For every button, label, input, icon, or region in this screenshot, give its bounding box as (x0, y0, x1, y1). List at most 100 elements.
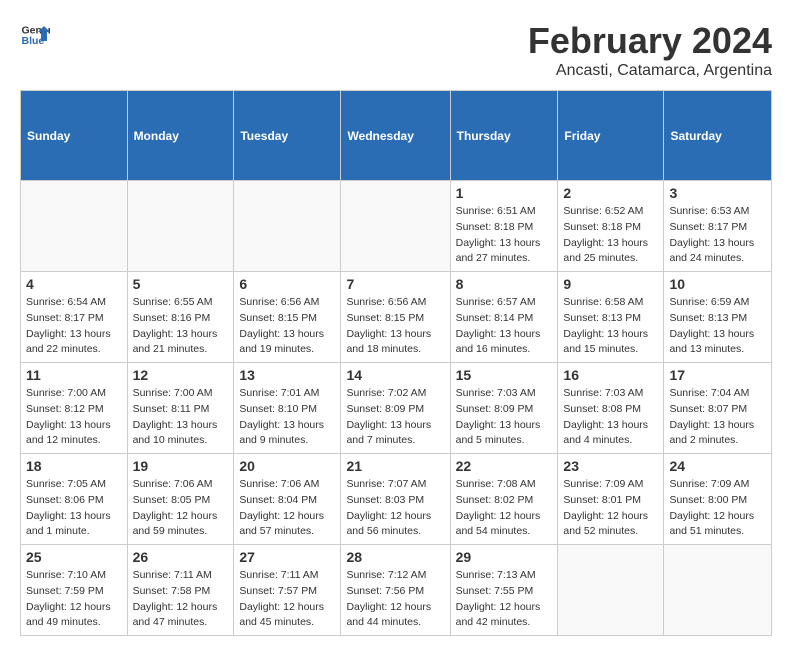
calendar-week-row: 1Sunrise: 6:51 AM Sunset: 8:18 PM Daylig… (21, 181, 772, 272)
day-header-friday: Friday (558, 91, 664, 181)
day-info: Sunrise: 7:00 AM Sunset: 8:11 PM Dayligh… (133, 386, 229, 449)
logo: General Blue (20, 20, 50, 50)
day-info: Sunrise: 7:11 AM Sunset: 7:58 PM Dayligh… (133, 568, 229, 631)
day-number: 25 (26, 549, 122, 565)
day-header-tuesday: Tuesday (234, 91, 341, 181)
day-info: Sunrise: 7:03 AM Sunset: 8:09 PM Dayligh… (456, 386, 553, 449)
day-number: 21 (346, 458, 444, 474)
day-number: 19 (133, 458, 229, 474)
day-number: 10 (669, 276, 766, 292)
calendar-cell: 20Sunrise: 7:06 AM Sunset: 8:04 PM Dayli… (234, 454, 341, 545)
day-number: 7 (346, 276, 444, 292)
day-number: 13 (239, 367, 335, 383)
calendar-cell: 13 Sunrise: 7:01 AM Sunset: 8:10 PM Dayli… (234, 363, 341, 454)
day-number: 22 (456, 458, 553, 474)
day-info: Sunrise: 6:56 AM Sunset: 8:15 PM Dayligh… (346, 295, 444, 358)
calendar-cell: 11 Sunrise: 7:00 AM Sunset: 8:12 PM Dayli… (21, 363, 128, 454)
day-header-saturday: Saturday (664, 91, 772, 181)
day-number: 27 (239, 549, 335, 565)
day-number: 20 (239, 458, 335, 474)
calendar-cell (127, 181, 234, 272)
day-info: Sunrise: 7:11 AM Sunset: 7:57 PM Dayligh… (239, 568, 335, 631)
calendar-cell: 17 Sunrise: 7:04 AM Sunset: 8:07 PM Dayli… (664, 363, 772, 454)
month-title: February 2024 (528, 20, 772, 62)
day-header-thursday: Thursday (450, 91, 558, 181)
calendar-body: 1Sunrise: 6:51 AM Sunset: 8:18 PM Daylig… (21, 181, 772, 636)
day-info: Sunrise: 7:01 AM Sunset: 8:10 PM Dayligh… (239, 386, 335, 449)
calendar-cell (664, 545, 772, 636)
calendar-cell: 9 Sunrise: 6:58 AM Sunset: 8:13 PM Daylig… (558, 272, 664, 363)
day-number: 6 (239, 276, 335, 292)
day-number: 9 (563, 276, 658, 292)
day-info: Sunrise: 7:08 AM Sunset: 8:02 PM Dayligh… (456, 477, 553, 540)
day-number: 1 (456, 185, 553, 201)
calendar-cell (341, 181, 450, 272)
day-number: 3 (669, 185, 766, 201)
day-info: Sunrise: 6:52 AM Sunset: 8:18 PM Dayligh… (563, 204, 658, 267)
day-info: Sunrise: 7:09 AM Sunset: 8:01 PM Dayligh… (563, 477, 658, 540)
calendar-cell: 3Sunrise: 6:53 AM Sunset: 8:17 PM Daylig… (664, 181, 772, 272)
calendar-cell: 6 Sunrise: 6:56 AM Sunset: 8:15 PM Daylig… (234, 272, 341, 363)
day-number: 4 (26, 276, 122, 292)
day-info: Sunrise: 7:10 AM Sunset: 7:59 PM Dayligh… (26, 568, 122, 631)
day-info: Sunrise: 7:13 AM Sunset: 7:55 PM Dayligh… (456, 568, 553, 631)
day-number: 11 (26, 367, 122, 383)
calendar-week-row: 25 Sunrise: 7:10 AM Sunset: 7:59 PM Dayli… (21, 545, 772, 636)
day-info: Sunrise: 6:58 AM Sunset: 8:13 PM Dayligh… (563, 295, 658, 358)
day-header-monday: Monday (127, 91, 234, 181)
calendar-cell: 15 Sunrise: 7:03 AM Sunset: 8:09 PM Dayli… (450, 363, 558, 454)
calendar-cell: 8 Sunrise: 6:57 AM Sunset: 8:14 PM Daylig… (450, 272, 558, 363)
calendar-week-row: 4 Sunrise: 6:54 AM Sunset: 8:17 PM Daylig… (21, 272, 772, 363)
calendar-cell: 29 Sunrise: 7:13 AM Sunset: 7:55 PM Dayli… (450, 545, 558, 636)
day-info: Sunrise: 7:12 AM Sunset: 7:56 PM Dayligh… (346, 568, 444, 631)
calendar-cell: 25 Sunrise: 7:10 AM Sunset: 7:59 PM Dayli… (21, 545, 128, 636)
calendar-cell: 21 Sunrise: 7:07 AM Sunset: 8:03 PM Dayli… (341, 454, 450, 545)
day-number: 14 (346, 367, 444, 383)
svg-text:Blue: Blue (22, 35, 45, 47)
day-number: 16 (563, 367, 658, 383)
calendar-cell: 12Sunrise: 7:00 AM Sunset: 8:11 PM Dayli… (127, 363, 234, 454)
day-info: Sunrise: 6:54 AM Sunset: 8:17 PM Dayligh… (26, 295, 122, 358)
calendar-cell (558, 545, 664, 636)
day-number: 2 (563, 185, 658, 201)
calendar-week-row: 11 Sunrise: 7:00 AM Sunset: 8:12 PM Dayli… (21, 363, 772, 454)
calendar-cell: 2 Sunrise: 6:52 AM Sunset: 8:18 PM Daylig… (558, 181, 664, 272)
day-info: Sunrise: 7:00 AM Sunset: 8:12 PM Dayligh… (26, 386, 122, 449)
logo-icon: General Blue (20, 20, 50, 50)
day-info: Sunrise: 6:56 AM Sunset: 8:15 PM Dayligh… (239, 295, 335, 358)
calendar-cell: 24 Sunrise: 7:09 AM Sunset: 8:00 PM Dayli… (664, 454, 772, 545)
calendar-cell: 27 Sunrise: 7:11 AM Sunset: 7:57 PM Dayli… (234, 545, 341, 636)
day-number: 26 (133, 549, 229, 565)
day-info: Sunrise: 6:57 AM Sunset: 8:14 PM Dayligh… (456, 295, 553, 358)
calendar-cell: 10 Sunrise: 6:59 AM Sunset: 8:13 PM Dayli… (664, 272, 772, 363)
day-number: 15 (456, 367, 553, 383)
calendar-cell: 28 Sunrise: 7:12 AM Sunset: 7:56 PM Dayli… (341, 545, 450, 636)
day-header-wednesday: Wednesday (341, 91, 450, 181)
day-info: Sunrise: 7:07 AM Sunset: 8:03 PM Dayligh… (346, 477, 444, 540)
day-info: Sunrise: 7:02 AM Sunset: 8:09 PM Dayligh… (346, 386, 444, 449)
day-number: 29 (456, 549, 553, 565)
day-number: 24 (669, 458, 766, 474)
calendar-cell (234, 181, 341, 272)
location-title: Ancasti, Catamarca, Argentina (528, 62, 772, 80)
page-header: General Blue February 2024 Ancasti, Cata… (20, 20, 772, 80)
calendar-cell (21, 181, 128, 272)
title-section: February 2024 Ancasti, Catamarca, Argent… (528, 20, 772, 80)
day-info: Sunrise: 7:04 AM Sunset: 8:07 PM Dayligh… (669, 386, 766, 449)
day-number: 5 (133, 276, 229, 292)
calendar-cell: 23Sunrise: 7:09 AM Sunset: 8:01 PM Dayli… (558, 454, 664, 545)
day-number: 8 (456, 276, 553, 292)
day-number: 17 (669, 367, 766, 383)
day-number: 28 (346, 549, 444, 565)
day-info: Sunrise: 6:55 AM Sunset: 8:16 PM Dayligh… (133, 295, 229, 358)
calendar-cell: 7 Sunrise: 6:56 AM Sunset: 8:15 PM Daylig… (341, 272, 450, 363)
day-info: Sunrise: 7:06 AM Sunset: 8:05 PM Dayligh… (133, 477, 229, 540)
calendar-cell: 14 Sunrise: 7:02 AM Sunset: 8:09 PM Dayli… (341, 363, 450, 454)
day-info: Sunrise: 7:09 AM Sunset: 8:00 PM Dayligh… (669, 477, 766, 540)
calendar-cell: 1Sunrise: 6:51 AM Sunset: 8:18 PM Daylig… (450, 181, 558, 272)
calendar-cell: 19 Sunrise: 7:06 AM Sunset: 8:05 PM Dayli… (127, 454, 234, 545)
day-info: Sunrise: 7:03 AM Sunset: 8:08 PM Dayligh… (563, 386, 658, 449)
calendar-cell: 18Sunrise: 7:05 AM Sunset: 8:06 PM Dayli… (21, 454, 128, 545)
day-number: 18 (26, 458, 122, 474)
day-info: Sunrise: 6:59 AM Sunset: 8:13 PM Dayligh… (669, 295, 766, 358)
